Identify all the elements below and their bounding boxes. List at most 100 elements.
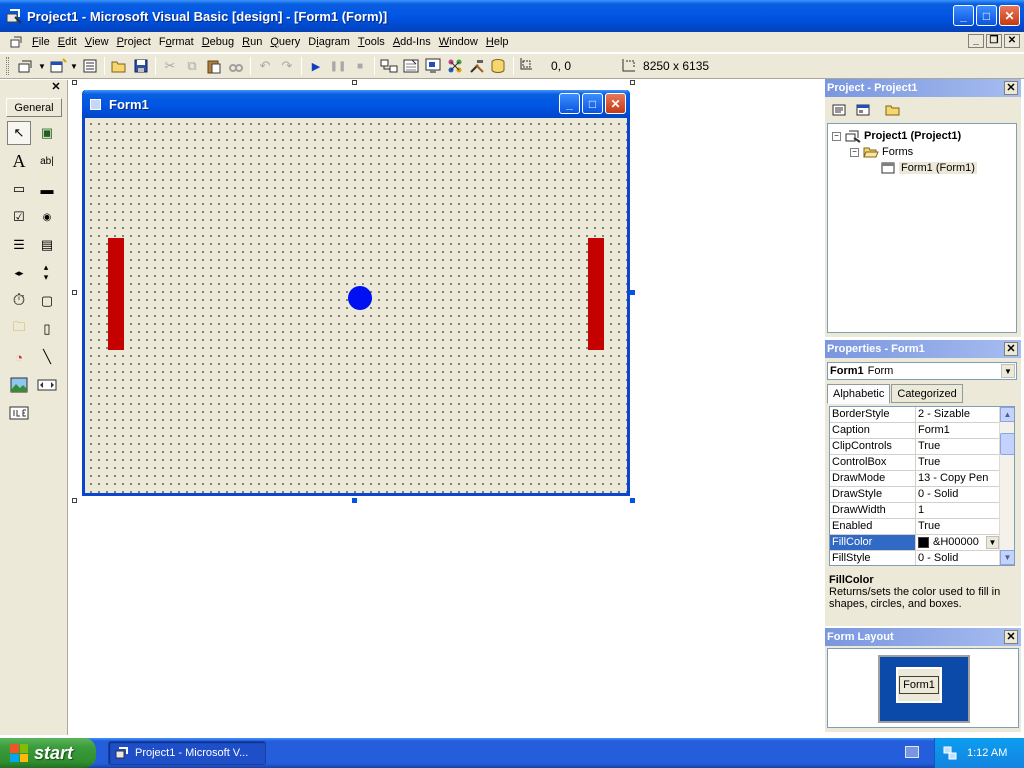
layout-form1-preview[interactable]: Form1 bbox=[896, 667, 942, 703]
toolbox-vscrollbar-button[interactable]: ▴▾ bbox=[35, 261, 59, 285]
add-form-icon[interactable] bbox=[47, 55, 69, 77]
mdi-restore-button[interactable]: ❐ bbox=[986, 34, 1002, 48]
maximize-button[interactable]: □ bbox=[976, 5, 997, 26]
start-run-icon[interactable]: ▶ bbox=[305, 55, 327, 77]
form1-window[interactable]: Form1 _ □ ✕ bbox=[82, 90, 630, 496]
menu-diagram[interactable]: Di agram bbox=[304, 33, 354, 51]
scroll-up-icon[interactable]: ▲ bbox=[1000, 407, 1014, 422]
properties-scrollbar[interactable]: ▲ ▼ bbox=[999, 407, 1014, 565]
toolbox-close-button[interactable]: ✕ bbox=[50, 81, 62, 93]
close-button[interactable]: ✕ bbox=[999, 5, 1020, 26]
property-row[interactable]: FillStyle 0 - Solid bbox=[830, 551, 1014, 565]
menu-view[interactable]: View bbox=[81, 33, 113, 51]
cut-icon[interactable]: ✂ bbox=[159, 55, 181, 77]
clock[interactable]: 1:12 AM bbox=[967, 747, 1007, 759]
view-code-icon[interactable] bbox=[829, 100, 849, 120]
form1-close-button[interactable]: ✕ bbox=[605, 93, 626, 114]
property-row-selected[interactable]: FillColor &H00000 ▼ bbox=[830, 535, 1014, 551]
toolbox-listbox-button[interactable]: ▤ bbox=[35, 233, 59, 257]
data-view-icon[interactable] bbox=[488, 55, 510, 77]
menu-editor-icon[interactable] bbox=[79, 55, 101, 77]
form-designer-area[interactable]: Form1 _ □ ✕ bbox=[72, 80, 824, 735]
tab-categorized[interactable]: Categorized bbox=[891, 384, 963, 403]
open-project-icon[interactable] bbox=[108, 55, 130, 77]
undo-icon[interactable]: ↶ bbox=[254, 55, 276, 77]
collapse-icon[interactable]: − bbox=[832, 131, 841, 141]
resize-handle-left[interactable] bbox=[72, 290, 77, 295]
menu-edit[interactable]: Edit bbox=[54, 33, 81, 51]
toggle-folders-icon[interactable] bbox=[883, 100, 903, 120]
object-browser-icon[interactable] bbox=[444, 55, 466, 77]
toolbox-data-button[interactable] bbox=[35, 373, 59, 397]
toolbar-grip[interactable] bbox=[6, 57, 9, 75]
property-row[interactable]: DrawMode 13 - Copy Pen bbox=[830, 471, 1014, 487]
properties-close-button[interactable]: ✕ bbox=[1004, 342, 1018, 356]
resize-handle-top-left[interactable] bbox=[72, 80, 77, 85]
tree-node-project1[interactable]: − Project1 (Project1) bbox=[828, 128, 1016, 144]
collapse-icon[interactable]: − bbox=[850, 147, 859, 157]
mdi-minimize-button[interactable]: _ bbox=[968, 34, 984, 48]
menu-window[interactable]: Window bbox=[435, 33, 482, 51]
break-icon[interactable]: ❚❚ bbox=[327, 55, 349, 77]
property-row[interactable]: ControlBox True bbox=[830, 455, 1014, 471]
resize-handle-bottom[interactable] bbox=[352, 498, 357, 503]
resize-handle-bottom-right[interactable] bbox=[630, 498, 635, 503]
properties-window-icon[interactable] bbox=[400, 55, 422, 77]
chevron-down-icon[interactable]: ▼ bbox=[1001, 364, 1015, 378]
toolbox-filelistbox-button[interactable]: ▯ bbox=[35, 317, 59, 341]
toolbox-pointer-button[interactable]: ↖ bbox=[7, 121, 31, 145]
end-icon[interactable]: ■ bbox=[349, 55, 371, 77]
form1-maximize-button[interactable]: □ bbox=[582, 93, 603, 114]
taskbar-item-vb[interactable]: Project1 - Microsoft V... bbox=[108, 741, 266, 765]
add-project-icon[interactable] bbox=[15, 55, 37, 77]
form1-titlebar[interactable]: Form1 _ □ ✕ bbox=[82, 90, 630, 118]
scroll-down-icon[interactable]: ▼ bbox=[1000, 550, 1014, 565]
right-paddle-shape[interactable] bbox=[588, 238, 604, 350]
save-project-icon[interactable] bbox=[130, 55, 152, 77]
menu-run[interactable]: Run bbox=[238, 33, 266, 51]
paste-icon[interactable] bbox=[203, 55, 225, 77]
scroll-thumb[interactable] bbox=[1000, 433, 1014, 455]
property-row[interactable]: DrawStyle 0 - Solid bbox=[830, 487, 1014, 503]
resize-handle-bottom-left[interactable] bbox=[72, 498, 77, 503]
property-row[interactable]: BorderStyle 2 - Sizable bbox=[830, 407, 1014, 423]
toolbox-window-icon[interactable] bbox=[466, 55, 488, 77]
resize-handle-top[interactable] bbox=[352, 80, 357, 85]
left-paddle-shape[interactable] bbox=[108, 238, 124, 350]
property-row[interactable]: Enabled True bbox=[830, 519, 1014, 535]
toolbox-commandbutton-button[interactable]: ▬ bbox=[35, 177, 59, 201]
toolbox-hscrollbar-button[interactable]: ◂▸ bbox=[7, 261, 31, 285]
network-icon[interactable] bbox=[943, 746, 957, 760]
toolbox-ole-button[interactable] bbox=[7, 401, 31, 425]
menu-project[interactable]: Project bbox=[113, 33, 155, 51]
toolbox-line-button[interactable]: ╲ bbox=[35, 345, 59, 369]
menu-add-ins[interactable]: Add-Ins bbox=[389, 33, 435, 51]
chevron-down-icon[interactable]: ▼ bbox=[986, 536, 999, 549]
ball-shape[interactable] bbox=[348, 286, 372, 310]
find-icon[interactable] bbox=[225, 55, 247, 77]
toolbox-shape-button[interactable]: ◔ bbox=[7, 345, 31, 369]
toolbox-combobox-button[interactable]: ☰ bbox=[7, 233, 31, 257]
start-button[interactable]: start bbox=[0, 738, 96, 768]
toolbox-general-tab[interactable]: General bbox=[6, 98, 62, 117]
form-layout-window-icon[interactable] bbox=[422, 55, 444, 77]
tree-node-forms[interactable]: − Forms bbox=[828, 144, 1016, 160]
toolbox-image-button[interactable] bbox=[7, 373, 31, 397]
vb-app-icon[interactable] bbox=[6, 8, 22, 24]
menu-tools[interactable]: Tools bbox=[354, 33, 389, 51]
menu-icon[interactable] bbox=[6, 33, 28, 51]
tab-alphabetic[interactable]: Alphabetic bbox=[827, 384, 891, 404]
resize-handle-top-right[interactable] bbox=[630, 80, 635, 85]
mdi-close-button[interactable]: ✕ bbox=[1004, 34, 1020, 48]
toolbox-drivelistbox-button[interactable]: ▢ bbox=[35, 289, 59, 313]
form-layout-close-button[interactable]: ✕ bbox=[1004, 630, 1018, 644]
copy-icon[interactable]: ⧉ bbox=[181, 55, 203, 77]
form1-canvas[interactable] bbox=[85, 118, 627, 493]
menu-format[interactable]: Fo rmat bbox=[155, 33, 198, 51]
property-row[interactable]: Caption Form1 bbox=[830, 423, 1014, 439]
tree-node-form1[interactable]: Form1 (Form1) bbox=[828, 160, 1016, 176]
menu-query[interactable]: Query bbox=[266, 33, 304, 51]
resize-handle-right[interactable] bbox=[630, 290, 635, 295]
toolbox-dirlistbox-button[interactable]: 🗀 bbox=[7, 317, 31, 341]
menu-help[interactable]: Help bbox=[482, 33, 513, 51]
